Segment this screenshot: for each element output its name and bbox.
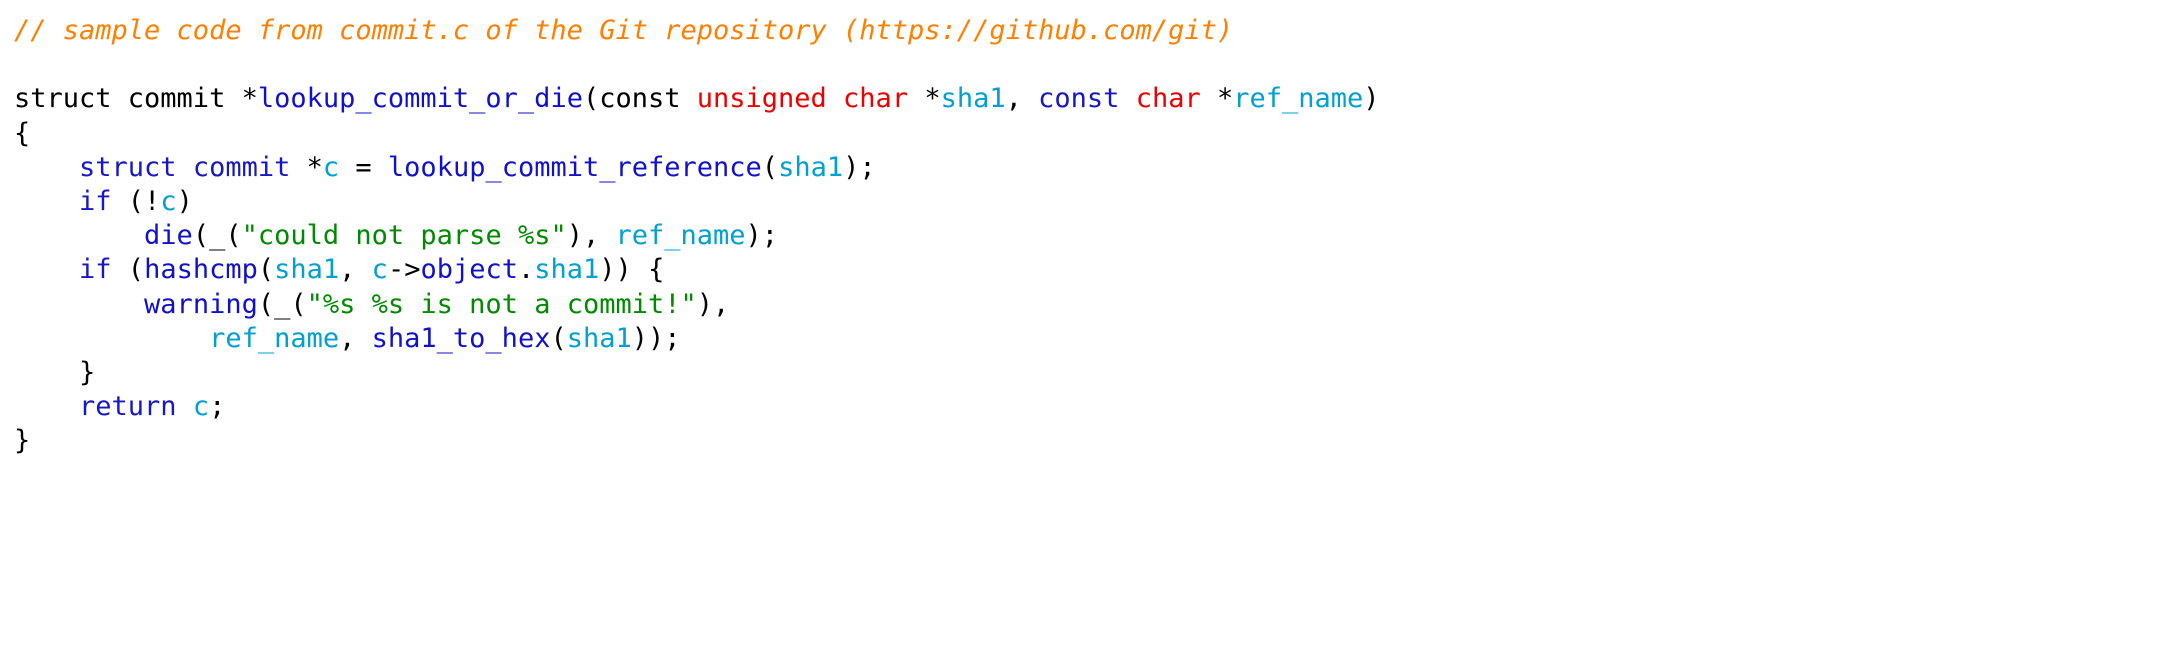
code-token: ); <box>843 151 876 183</box>
code-token: "%s %s is not a commit!" <box>306 288 697 320</box>
code-token: , <box>339 254 372 286</box>
code-token: ) <box>176 186 193 218</box>
code-token: unsigned char <box>696 83 909 115</box>
code-token: (_( <box>257 288 307 320</box>
code-token: * <box>290 151 323 183</box>
code-token: * <box>908 83 941 115</box>
code-token: sha1 <box>566 322 632 354</box>
line-3-signature: struct commit *lookup_commit_or_die(cons… <box>14 82 2175 116</box>
code-token: (! <box>111 186 161 218</box>
code-token: char <box>1135 83 1201 115</box>
code-token: )); <box>631 322 681 354</box>
code-token: . <box>518 254 535 286</box>
code-token: ; <box>209 391 226 423</box>
code-token: ), <box>566 220 616 252</box>
line-7-die-call: die(_("could not parse %s"), ref_name); <box>14 219 2175 253</box>
code-token: ) <box>1363 83 1380 115</box>
code-token: )) { <box>599 254 665 286</box>
code-token: // sample code from commit.c of the Git … <box>14 15 1234 46</box>
code-token: , <box>1005 83 1039 115</box>
code-token: { <box>14 117 31 149</box>
code-token: ref_name <box>615 220 746 252</box>
code-token: lookup_commit_reference <box>387 151 762 183</box>
code-token: if <box>79 254 112 286</box>
code-token: c <box>192 391 210 423</box>
line-11-close-if-brace: } <box>14 356 2175 390</box>
code-token: ); <box>745 220 779 252</box>
code-token: (_( <box>192 220 242 252</box>
code-token: sha1 <box>534 254 600 286</box>
code-token: sha1_to_hex <box>371 322 551 354</box>
code-listing[interactable]: // sample code from commit.c of the Git … <box>0 0 2175 459</box>
line-8-if-hashcmp: if (hashcmp(sha1, c->object.sha1)) { <box>14 253 2175 287</box>
code-token: sha1 <box>778 151 844 183</box>
code-token: return <box>79 391 177 423</box>
code-token: const <box>1038 83 1120 115</box>
code-token: = <box>339 151 388 183</box>
line-2-blank <box>14 48 2175 82</box>
line-10-warning-args: ref_name, sha1_to_hex(sha1)); <box>14 322 2175 356</box>
code-token: object <box>420 254 518 286</box>
code-token: ( <box>257 254 275 286</box>
code-token: c <box>371 254 388 286</box>
code-token: ( <box>111 254 145 286</box>
code-token: c <box>322 151 340 183</box>
code-token: c <box>160 186 177 218</box>
code-token: * <box>1200 83 1234 115</box>
code-token: ( <box>761 151 779 183</box>
code-token: hashcmp <box>144 254 258 286</box>
line-5-declaration: struct commit *c = lookup_commit_referen… <box>14 151 2175 185</box>
code-token: ), <box>696 288 730 320</box>
code-token: ref_name <box>209 322 340 354</box>
code-token: warning <box>144 288 258 320</box>
code-token: "could not parse %s" <box>241 220 567 252</box>
code-token: if <box>79 186 112 218</box>
code-token: } <box>14 425 31 457</box>
line-6-if-not-c: if (!c) <box>14 185 2175 219</box>
line-4-open-brace: { <box>14 117 2175 151</box>
code-token: ( <box>550 322 567 354</box>
line-13-close-brace: } <box>14 424 2175 458</box>
code-token: struct commit * <box>14 83 258 115</box>
line-12-return: return c; <box>14 390 2175 424</box>
code-token: lookup_commit_or_die <box>257 83 583 115</box>
code-token: sha1 <box>940 83 1006 115</box>
code-token: struct commit <box>79 151 291 183</box>
code-token: -> <box>387 254 421 286</box>
line-9-warning-call: warning(_("%s %s is not a commit!"), <box>14 288 2175 322</box>
line-1-comment: // sample code from commit.c of the Git … <box>14 14 2175 48</box>
code-token: (const <box>582 83 697 115</box>
code-token: ref_name <box>1233 83 1364 115</box>
code-token: , <box>339 322 372 354</box>
code-token: die <box>144 220 193 252</box>
code-token: } <box>14 357 96 389</box>
code-token: sha1 <box>274 254 340 286</box>
